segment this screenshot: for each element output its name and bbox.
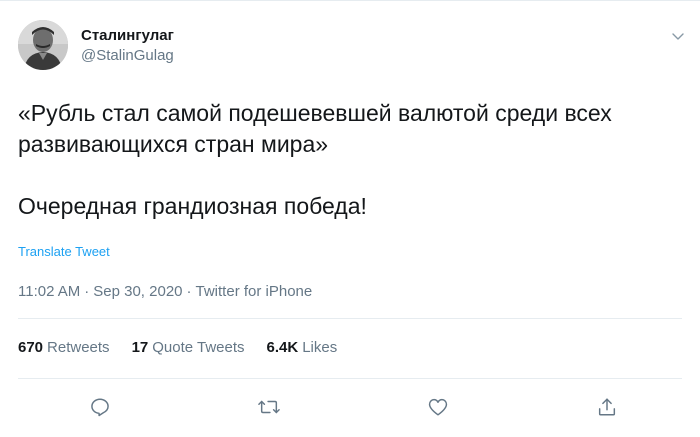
user-names: Сталингулаг @StalinGulag xyxy=(81,26,174,65)
retweet-button[interactable] xyxy=(256,394,282,420)
reply-button[interactable] xyxy=(87,394,113,420)
tweet-header: Сталингулаг @StalinGulag xyxy=(18,20,174,70)
tweet-actions xyxy=(0,394,700,424)
display-name[interactable]: Сталингулаг xyxy=(81,26,174,46)
quote-tweets-label: Quote Tweets xyxy=(152,339,245,356)
tweet-stats: 670 Retweets 17 Quote Tweets 6.4K Likes xyxy=(18,338,359,358)
likes-label: Likes xyxy=(302,339,338,356)
divider xyxy=(18,378,682,379)
divider xyxy=(18,318,682,319)
tweet-source[interactable]: Twitter for iPhone xyxy=(196,283,313,300)
retweets-count: 670 xyxy=(18,339,44,356)
translate-tweet-link[interactable]: Translate Tweet xyxy=(18,244,110,260)
avatar[interactable] xyxy=(18,20,68,70)
reply-icon xyxy=(91,398,109,417)
retweets-label: Retweets xyxy=(47,339,110,356)
retweets-stat[interactable]: 670 Retweets xyxy=(18,338,110,358)
tweet-card: Сталингулаг @StalinGulag «Рубль стал сам… xyxy=(0,0,700,437)
avatar-portrait-icon xyxy=(18,20,68,70)
quote-tweets-count: 17 xyxy=(131,339,149,356)
tweet-date[interactable]: Sep 30, 2020 xyxy=(93,283,182,300)
meta-separator: · xyxy=(186,283,192,300)
share-icon xyxy=(598,398,616,416)
quote-tweets-stat[interactable]: 17 Quote Tweets xyxy=(132,338,245,358)
tweet-paragraph-1: «Рубль стал самой подешевевшей валютой с… xyxy=(18,100,612,157)
meta-separator: · xyxy=(84,283,90,300)
like-button[interactable] xyxy=(425,394,451,420)
top-border xyxy=(0,0,700,1)
tweet-meta: 11:02 AM · Sep 30, 2020 · Twitter for iPhone xyxy=(18,282,312,302)
tweet-text: «Рубль стал самой подешевевшей валютой с… xyxy=(18,98,678,222)
tweet-paragraph-2: Очередная грандиозная победа! xyxy=(18,193,367,219)
heart-icon xyxy=(428,398,448,416)
retweet-icon xyxy=(258,400,280,414)
likes-count: 6.4K xyxy=(266,339,299,356)
share-button[interactable] xyxy=(594,394,620,420)
likes-stat[interactable]: 6.4K Likes xyxy=(267,338,338,358)
chevron-down-icon[interactable] xyxy=(670,28,686,44)
user-handle[interactable]: @StalinGulag xyxy=(81,46,174,65)
tweet-time[interactable]: 11:02 AM xyxy=(18,283,80,300)
